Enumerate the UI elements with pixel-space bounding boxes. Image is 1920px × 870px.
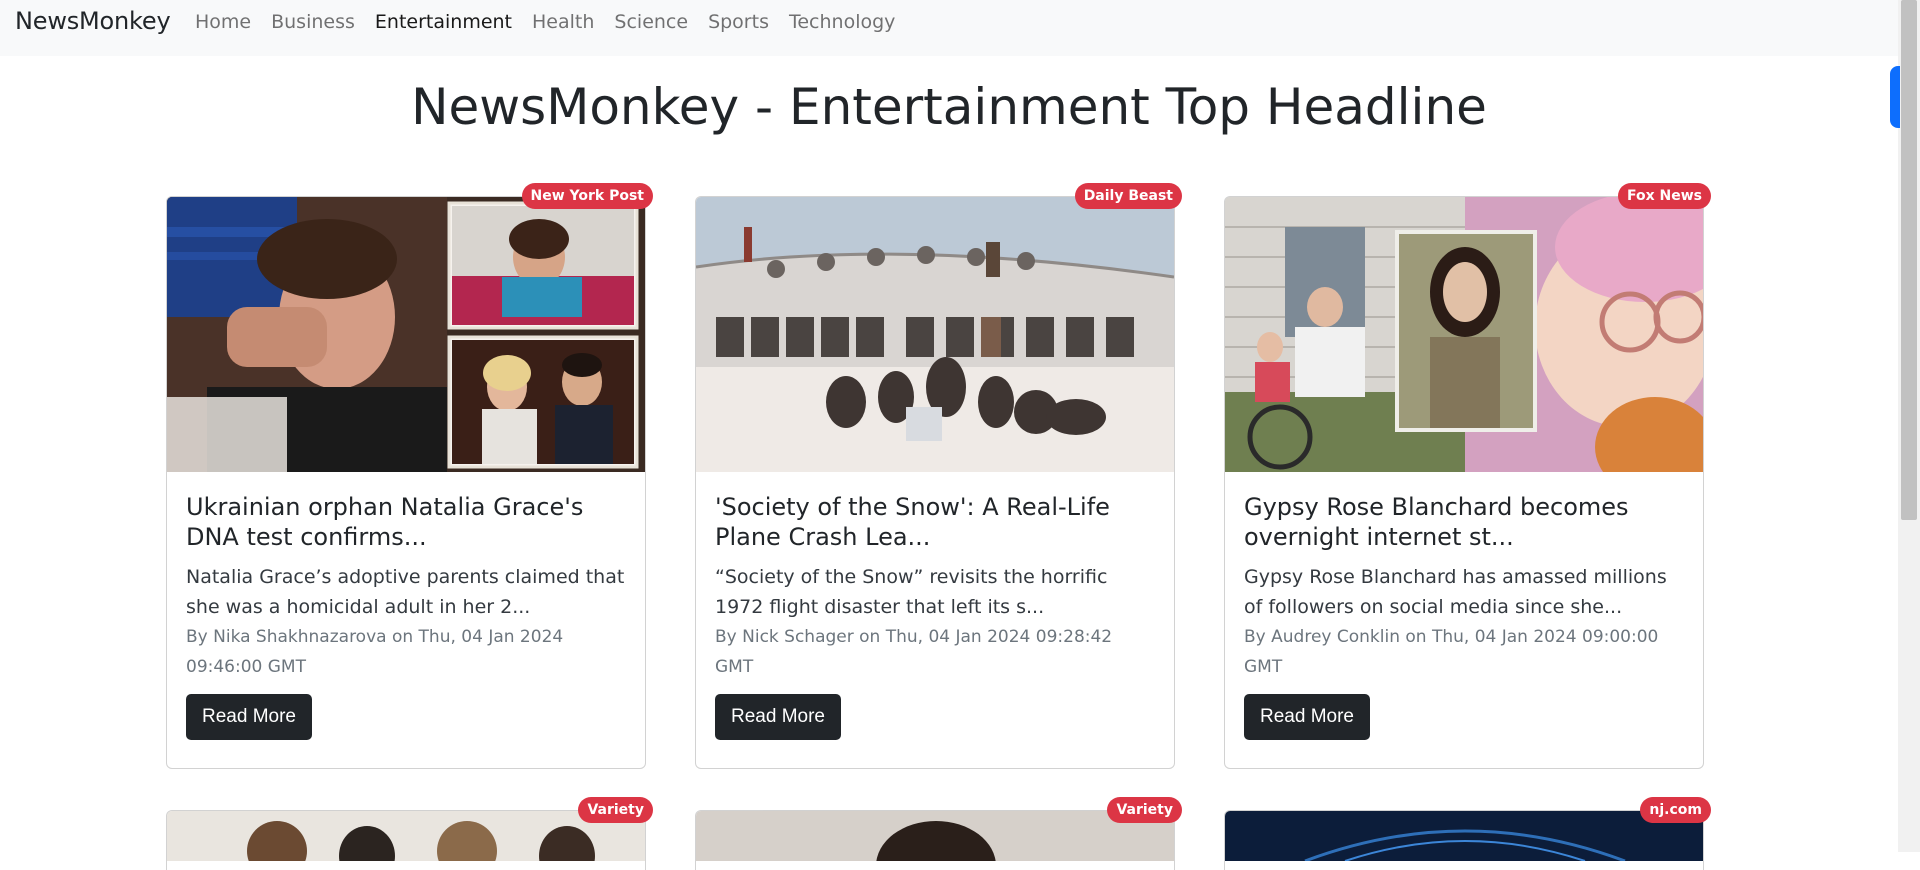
card-description: Natalia Grace’s adoptive parents claimed…	[186, 566, 625, 618]
nav-links: Home Business Entertainment Health Scien…	[195, 10, 915, 34]
news-image	[696, 197, 1174, 472]
card-body: Gypsy Rose Blanchard becomes overnight i…	[1225, 472, 1703, 740]
card-body: 'Society of the Snow': A Real-Life Plane…	[696, 472, 1174, 740]
news-image	[167, 811, 645, 861]
brand-link[interactable]: NewsMonkey	[15, 7, 171, 35]
nav-business[interactable]: Business	[271, 10, 355, 34]
card-byline: By Nick Schager on Thu, 04 Jan 2024 09:2…	[715, 627, 1113, 677]
source-badge: nj.com	[1640, 797, 1711, 823]
read-more-button[interactable]: Read More	[1244, 694, 1370, 740]
navbar: NewsMonkey Home Business Entertainment H…	[0, 0, 1898, 56]
news-card: Variety	[166, 797, 653, 870]
source-badge: Fox News	[1618, 183, 1711, 209]
source-badge: Variety	[1107, 797, 1182, 823]
card-body: Ukrainian orphan Natalia Grace's DNA tes…	[167, 472, 645, 740]
news-card: nj.com	[1224, 797, 1711, 870]
page-title: NewsMonkey - Entertainment Top Headline	[411, 78, 1487, 136]
source-badge: Variety	[578, 797, 653, 823]
card-description: “Society of the Snow” revisits the horri…	[715, 566, 1108, 618]
card-byline: By Audrey Conklin on Thu, 04 Jan 2024 09…	[1244, 627, 1659, 677]
read-more-button[interactable]: Read More	[186, 694, 312, 740]
news-image	[1225, 197, 1703, 472]
card-title: 'Society of the Snow': A Real-Life Plane…	[715, 493, 1110, 551]
news-card: New York Post Ukrainian orphan Natalia G…	[166, 183, 653, 769]
nav-technology[interactable]: Technology	[789, 10, 895, 34]
news-card: Variety	[695, 797, 1182, 870]
news-image	[696, 811, 1174, 861]
nav-entertainment[interactable]: Entertainment	[375, 10, 512, 34]
nav-science[interactable]: Science	[614, 10, 688, 34]
card-byline: By Nika Shakhnazarova on Thu, 04 Jan 202…	[186, 627, 564, 677]
news-card: Fox News Gypsy Rose Blanchard becomes ov…	[1224, 183, 1711, 769]
card-title: Gypsy Rose Blanchard becomes overnight i…	[1244, 493, 1629, 551]
news-card: Daily Beast 'Society of the Snow': A Rea…	[695, 183, 1182, 769]
nav-health[interactable]: Health	[532, 10, 594, 34]
news-image	[1225, 811, 1703, 861]
nav-sports[interactable]: Sports	[708, 10, 769, 34]
source-badge: New York Post	[521, 183, 653, 209]
scrollbar-thumb[interactable]	[1901, 0, 1917, 520]
news-image	[167, 197, 645, 472]
read-more-button[interactable]: Read More	[715, 694, 841, 740]
card-title: Ukrainian orphan Natalia Grace's DNA tes…	[186, 493, 584, 551]
nav-home[interactable]: Home	[195, 10, 251, 34]
source-badge: Daily Beast	[1074, 183, 1182, 209]
card-description: Gypsy Rose Blanchard has amassed million…	[1244, 566, 1667, 618]
